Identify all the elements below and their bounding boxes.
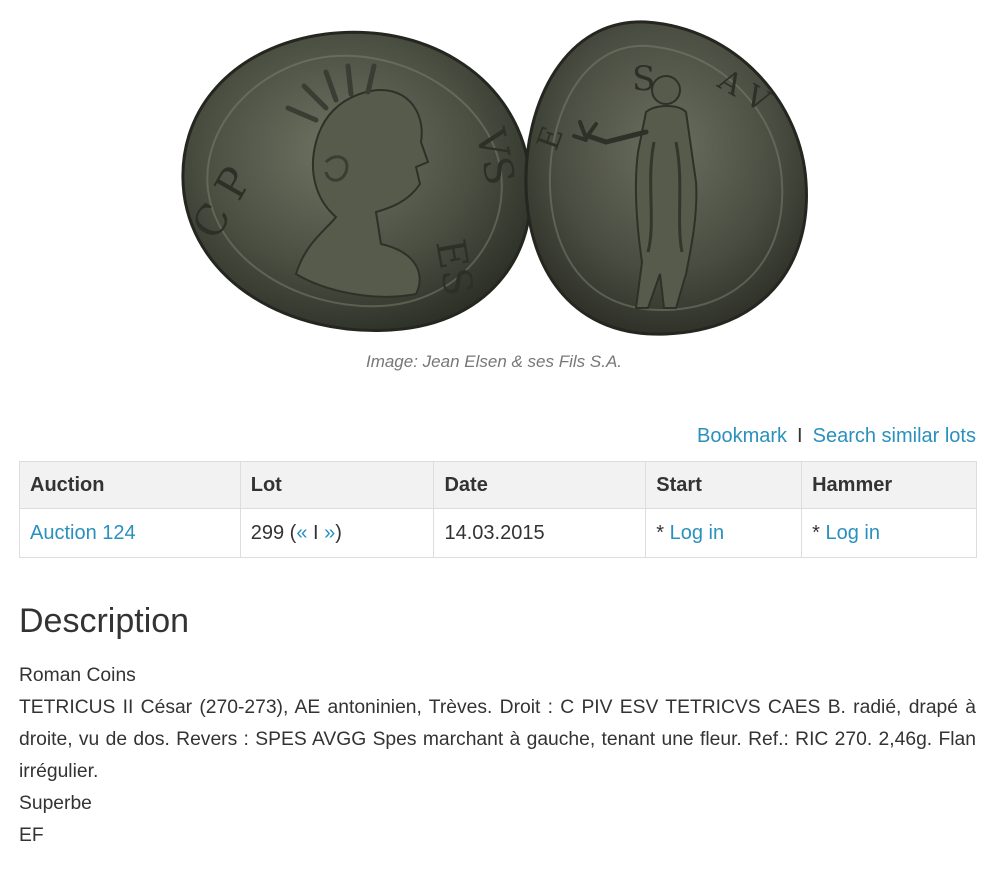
description-grade-fr: Superbe <box>19 793 92 814</box>
actions-separator: I <box>797 425 803 447</box>
description-text: TETRICUS II César (270-273), AE antonini… <box>19 697 976 782</box>
header-start: Start <box>645 461 803 509</box>
bookmark-link[interactable]: Bookmark <box>697 425 787 447</box>
coin-reverse: S A V E <box>524 20 808 336</box>
svg-text:ES: ES <box>426 236 481 300</box>
next-lot-link[interactable]: » <box>324 522 335 544</box>
description-heading: Description <box>19 602 190 640</box>
description-body: Roman Coins TETRICUS II César (270-273),… <box>19 660 976 852</box>
lot-actions: Bookmark I Search similar lots <box>697 425 976 448</box>
coin-obverse: C P VS ES <box>181 30 533 332</box>
lot-table: Auction Lot Date Start Hammer Auction 12… <box>19 461 977 558</box>
coin-image: C P VS ES S A V E <box>176 12 812 340</box>
table-row: Auction 124 299 (« I ») 14.03.2015 * Log… <box>19 508 977 558</box>
description-category: Roman Coins <box>19 665 136 686</box>
date-cell: 14.03.2015 <box>433 508 647 558</box>
description-grade-en: EF <box>19 825 44 846</box>
hammer-login-link[interactable]: Log in <box>825 522 880 544</box>
lot-number: 299 ( <box>250 521 297 544</box>
hammer-asterisk: * <box>812 521 826 544</box>
svg-text:S: S <box>632 59 655 99</box>
header-auction: Auction <box>19 461 241 509</box>
lot-close-paren: ) <box>335 521 342 544</box>
lot-cell: 299 (« I ») <box>239 508 435 558</box>
header-hammer: Hammer <box>801 461 977 509</box>
search-similar-lots-link[interactable]: Search similar lots <box>813 425 976 447</box>
lot-nav-separator: I <box>307 521 325 544</box>
header-date: Date <box>433 461 647 509</box>
auction-cell: Auction 124 <box>19 508 241 558</box>
auction-link[interactable]: Auction 124 <box>30 522 136 544</box>
previous-lot-link[interactable]: « <box>296 522 307 544</box>
start-cell: * Log in <box>645 508 803 558</box>
hammer-cell: * Log in <box>801 508 977 558</box>
start-asterisk: * <box>656 521 670 544</box>
table-header-row: Auction Lot Date Start Hammer <box>19 461 977 509</box>
image-credit: Image: Jean Elsen & ses Fils S.A. <box>365 352 623 371</box>
start-login-link[interactable]: Log in <box>670 522 725 544</box>
header-lot: Lot <box>239 461 435 509</box>
